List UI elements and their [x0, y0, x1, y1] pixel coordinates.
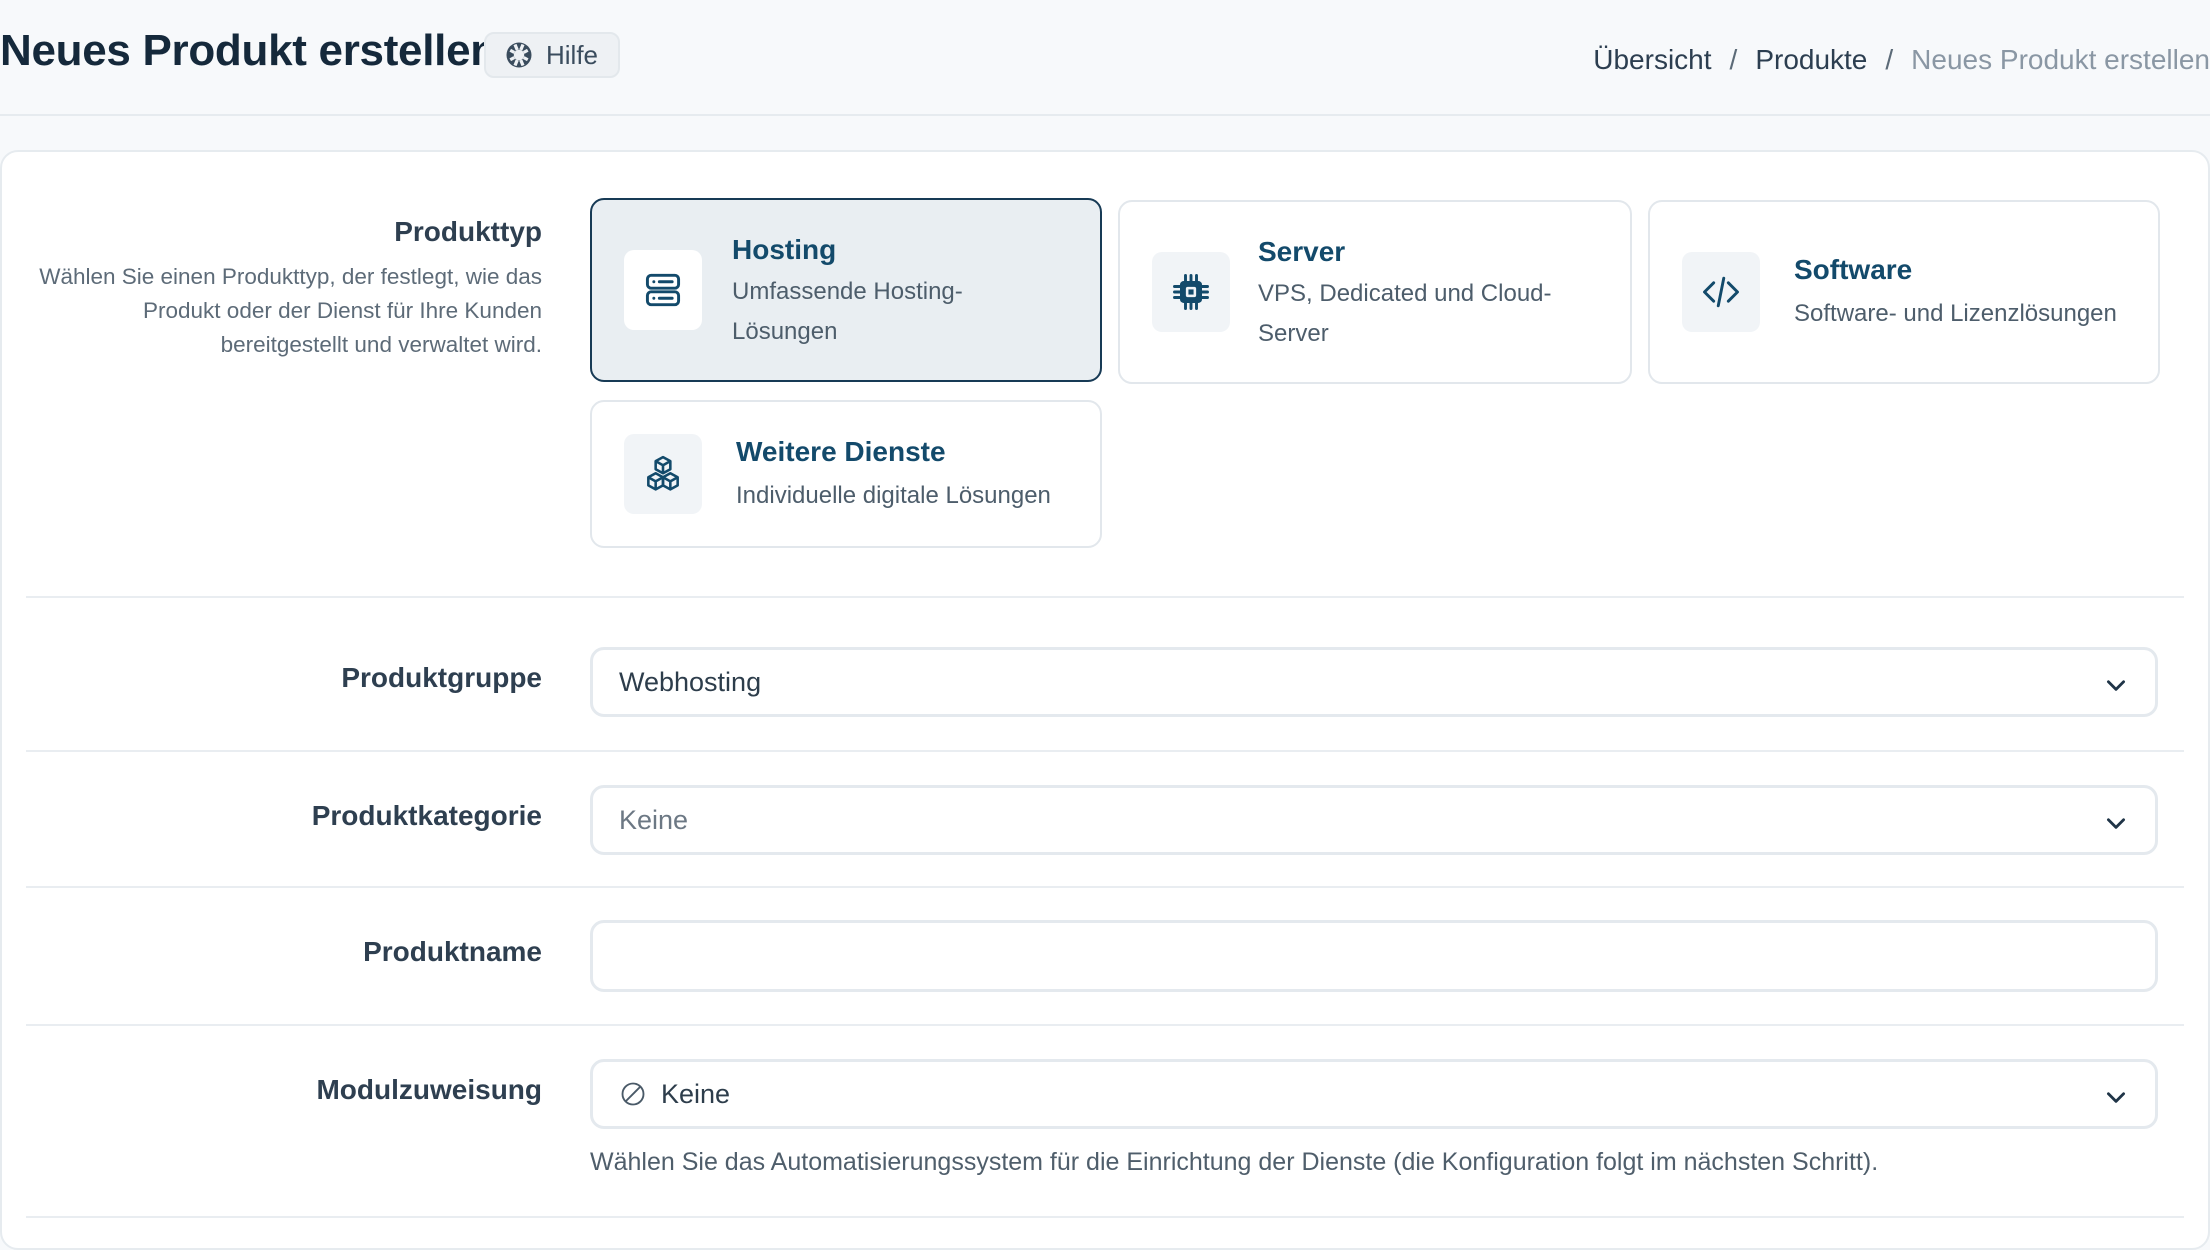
help-button-label: Hilfe	[546, 39, 599, 70]
product-type-description: Wählen Sie einen Produkttyp, der festleg…	[39, 264, 542, 357]
help-button[interactable]: Hilfe	[484, 32, 621, 78]
product-type-desc: Umfassende Hosting-Lösungen	[732, 278, 963, 345]
product-category-label: Produktkategorie	[311, 800, 542, 831]
breadcrumb-products[interactable]: Produkte	[1755, 44, 1867, 76]
product-type-hosting[interactable]: Hosting Umfassende Hosting-Lösungen	[590, 198, 1102, 382]
server-stack-icon	[624, 250, 702, 330]
product-category-value: Keine	[619, 804, 689, 835]
product-group-label: Produktgruppe	[341, 662, 542, 693]
cpu-chip-icon	[1152, 252, 1230, 332]
divider	[26, 596, 2184, 598]
divider	[26, 886, 2184, 888]
breadcrumb-separator: /	[1885, 44, 1894, 75]
module-help-text: Wählen Sie das Automatisierungssystem fü…	[590, 1148, 1879, 1176]
product-type-title: Hosting	[732, 234, 837, 265]
product-group-select[interactable]: Webhosting	[590, 647, 2158, 717]
product-type-label: Produkttyp	[394, 216, 542, 247]
breadcrumb-separator: /	[1729, 44, 1738, 75]
product-group-value: Webhosting	[619, 666, 762, 697]
chevron-down-icon	[2107, 680, 2125, 691]
product-type-desc: Software- und Lizenzlösungen	[1794, 300, 2117, 327]
divider	[26, 1216, 2184, 1218]
product-type-other-services[interactable]: Weitere Dienste Individuelle digitale Lö…	[590, 400, 1102, 548]
divider	[26, 750, 2184, 752]
breadcrumb-current: Neues Produkt erstellen	[1911, 44, 2210, 75]
page-title: Neues Produkt erstellen	[0, 26, 497, 75]
ban-icon	[621, 1082, 645, 1106]
product-type-software[interactable]: Software Software- und Lizenzlösungen	[1648, 200, 2160, 384]
cubes-icon	[624, 434, 702, 514]
product-type-desc: VPS, Dedicated und Cloud-Server	[1258, 280, 1552, 347]
chevron-down-icon	[2107, 1092, 2125, 1103]
chevron-down-icon	[2107, 818, 2125, 829]
module-label: Modulzuweisung	[316, 1074, 542, 1105]
product-type-server[interactable]: Server VPS, Dedicated und Cloud-Server	[1118, 200, 1632, 384]
breadcrumb: Übersicht / Produkte / Neues Produkt ers…	[1593, 44, 2210, 76]
product-type-title: Server	[1258, 236, 1346, 267]
breadcrumb-overview[interactable]: Übersicht	[1593, 44, 1711, 76]
product-name-input[interactable]	[590, 920, 2158, 992]
product-type-desc: Individuelle digitale Lösungen	[736, 482, 1051, 509]
code-icon	[1682, 252, 1760, 332]
module-select[interactable]: Keine	[590, 1059, 2158, 1129]
life-ring-icon	[506, 42, 532, 68]
divider	[26, 1024, 2184, 1026]
product-type-title: Software	[1794, 254, 1913, 285]
product-type-title: Weitere Dienste	[736, 436, 946, 467]
page-header: Neues Produkt erstellen Hilfe Übersicht …	[0, 0, 2210, 116]
product-name-label: Produktname	[363, 936, 542, 967]
module-value: Keine	[661, 1078, 731, 1109]
product-category-select[interactable]: Keine	[590, 785, 2158, 855]
